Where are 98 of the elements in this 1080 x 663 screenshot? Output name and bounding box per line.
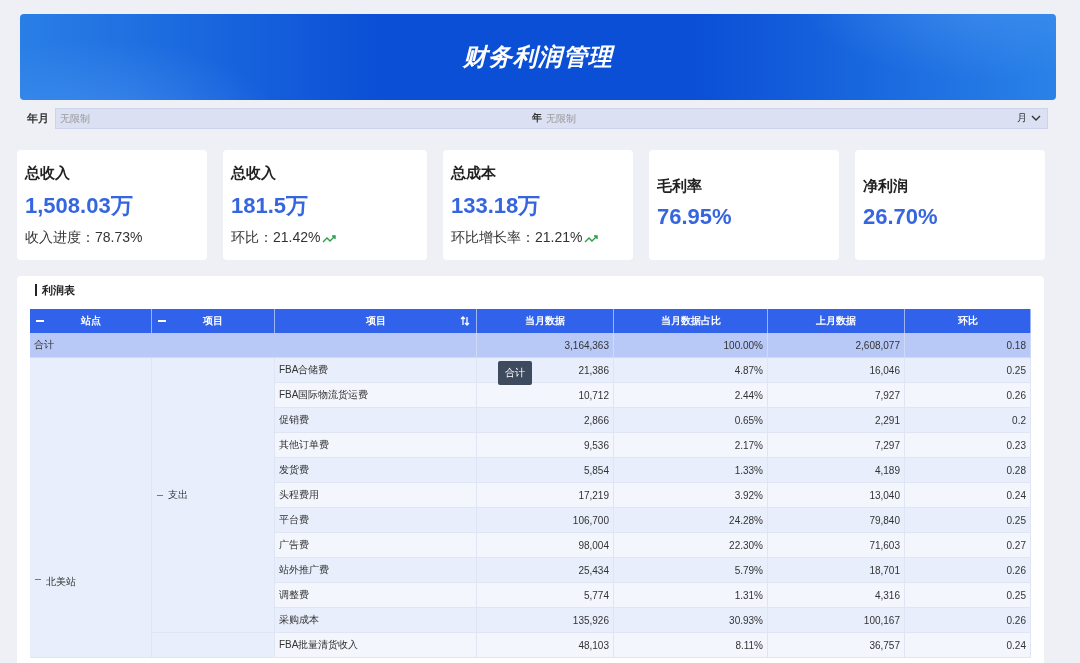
table-cell: 2,608,077: [768, 333, 905, 358]
table-cell: 106,700: [477, 508, 614, 533]
table-cell: 0.23: [905, 433, 1031, 458]
table-cell: 合计: [30, 333, 477, 358]
table-cell: 支出: [168, 488, 188, 502]
table-cell: 0.2: [905, 408, 1031, 433]
range-label: 年: [531, 111, 542, 125]
table-cell: 0.25: [905, 358, 1031, 383]
table-cell: 100,167: [768, 608, 905, 633]
table-cell: 调整费: [275, 583, 477, 608]
table-cell: 0.26: [905, 383, 1031, 408]
table-cell: 16,046: [768, 358, 905, 383]
table-cell: 3.92%: [614, 483, 768, 508]
table-cell: 0.25: [905, 508, 1031, 533]
table-cell: 79,840: [768, 508, 905, 533]
table-cell: 头程费用: [275, 483, 477, 508]
table-cell: FBA批量清货收入: [275, 633, 477, 658]
table-cell: 0.18: [905, 333, 1031, 358]
table-cell: 98,004: [477, 533, 614, 558]
kpi-subtext: 收入进度：78.73%: [25, 229, 143, 247]
table-cell: 5,774: [477, 583, 614, 608]
table-cell: 3,164,363: [477, 333, 614, 358]
table-cell: 0.65%: [614, 408, 768, 433]
column-header[interactable]: 项目: [152, 309, 275, 333]
table-cell: 0.26: [905, 558, 1031, 583]
table-cell: 18,701: [768, 558, 905, 583]
column-header[interactable]: 项目: [275, 309, 477, 333]
table-cell: 9,536: [477, 433, 614, 458]
table-cell: 135,926: [477, 608, 614, 633]
table-cell: 1.31%: [614, 583, 768, 608]
chevron-down-icon: [1031, 114, 1041, 122]
kpi-subtext: 环比：21.42%: [231, 229, 321, 247]
kpi-value: 1,508.03万: [25, 192, 134, 220]
table-cell: FBA合储费: [275, 358, 477, 383]
page-title: 财务利润管理: [463, 42, 613, 72]
table-cell: 71,603: [768, 533, 905, 558]
column-header[interactable]: 当月数据: [477, 309, 614, 333]
table-cell: 促销费: [275, 408, 477, 433]
kpi-value: 181.5万: [231, 192, 310, 220]
column-header[interactable]: 站点: [30, 309, 152, 333]
column-header[interactable]: 上月数据: [768, 309, 905, 333]
column-header[interactable]: 当月数据占比: [614, 309, 768, 333]
kpi-title: 总收入: [25, 164, 71, 183]
table-cell: 25,434: [477, 558, 614, 583]
column-header[interactable]: 环比: [905, 309, 1031, 333]
table-cell: 0.24: [905, 633, 1031, 658]
filter-label: 年月: [27, 110, 50, 126]
table-cell: 0.27: [905, 533, 1031, 558]
tooltip: 合计: [498, 361, 532, 385]
table-cell: 4.87%: [614, 358, 768, 383]
kpi-title: 毛利率: [657, 177, 703, 196]
collapse-icon[interactable]: [158, 317, 166, 325]
table-cell: 0.26: [905, 608, 1031, 633]
table-cell: 0.24: [905, 483, 1031, 508]
kpi-title: 总成本: [451, 164, 497, 183]
unit-select[interactable]: 月: [1017, 111, 1041, 125]
table-cell: 发货费: [275, 458, 477, 483]
table-cell: 5,854: [477, 458, 614, 483]
kpi-subtext: 环比增长率：21.21%: [451, 229, 583, 247]
kpi-title: 净利润: [863, 177, 909, 196]
table-cell: 采购成本: [275, 608, 477, 633]
table-cell: 站外推广费: [275, 558, 477, 583]
table-cell: 7,927: [768, 383, 905, 408]
start-date-field[interactable]: 无限制: [60, 112, 532, 124]
table-cell: 17,219: [477, 483, 614, 508]
table-cell: 2,291: [768, 408, 905, 433]
table-cell: 平台费: [275, 508, 477, 533]
table-cell: 其他订单费: [275, 433, 477, 458]
table-cell: 2,866: [477, 408, 614, 433]
table-cell: 7,297: [768, 433, 905, 458]
table-cell: 5.79%: [614, 558, 768, 583]
table-cell: 1.33%: [614, 458, 768, 483]
table-cell: 4,189: [768, 458, 905, 483]
table-cell: 0.28: [905, 458, 1031, 483]
table-cell: FBA国际物流货运费: [275, 383, 477, 408]
table-title: 利润表: [35, 284, 1031, 296]
table-cell: 0.25: [905, 583, 1031, 608]
table-cell: 2.44%: [614, 383, 768, 408]
kpi-value: 76.95%: [657, 204, 733, 230]
kpi-value: 26.70%: [863, 204, 939, 230]
table-cell: 24.28%: [614, 508, 768, 533]
sort-icon[interactable]: [460, 316, 470, 326]
table-cell: 13,040: [768, 483, 905, 508]
table-cell: 4,316: [768, 583, 905, 608]
table-cell: 10,712: [477, 383, 614, 408]
table-cell: 广告费: [275, 533, 477, 558]
table-cell: 22.30%: [614, 533, 768, 558]
table-cell: 8.11%: [614, 633, 768, 658]
kpi-title: 总收入: [231, 164, 277, 183]
table-cell: 2.17%: [614, 433, 768, 458]
table-cell: 30.93%: [614, 608, 768, 633]
table-cell: 48,103: [477, 633, 614, 658]
table-cell: 36,757: [768, 633, 905, 658]
collapse-icon[interactable]: [36, 317, 44, 325]
kpi-value: 133.18万: [451, 192, 542, 220]
end-date-field[interactable]: 无限制: [545, 112, 1017, 124]
table-cell: 100.00%: [614, 333, 768, 358]
table-cell: 北美站: [46, 575, 76, 589]
